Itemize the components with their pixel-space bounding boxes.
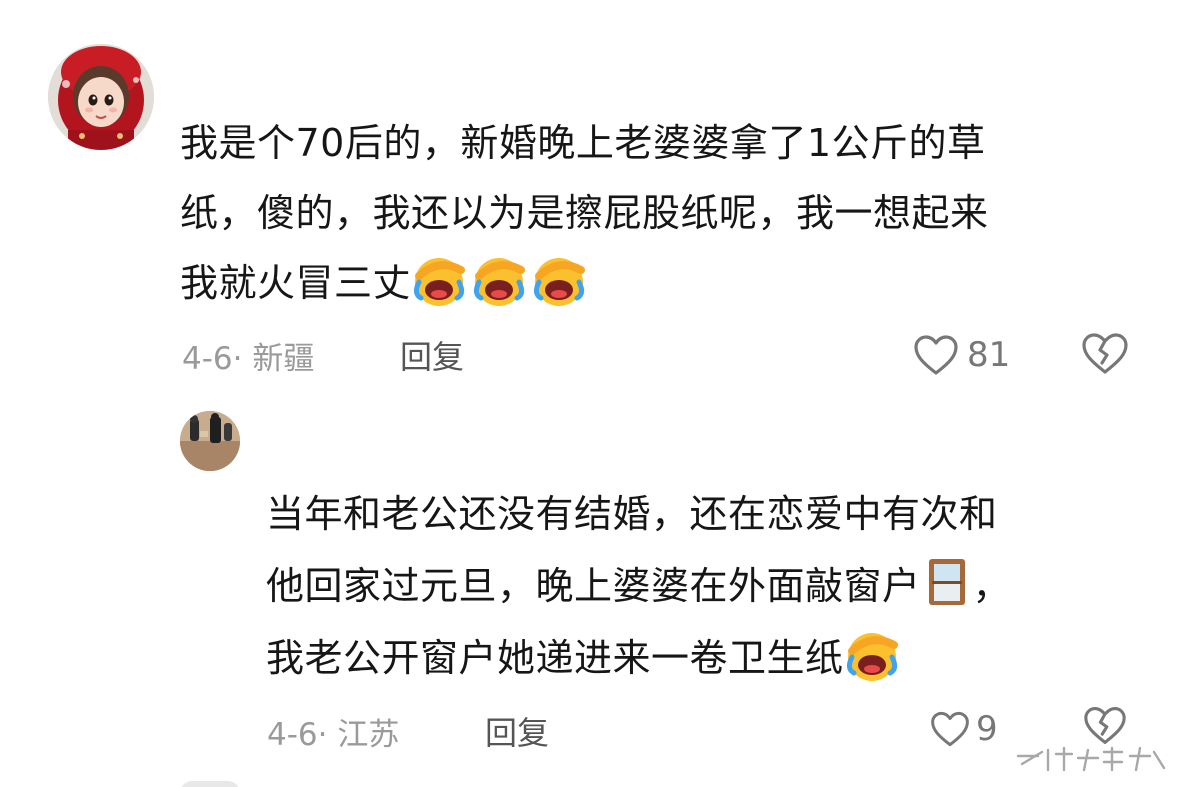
like-button[interactable]: 9 (930, 704, 998, 754)
like-button[interactable]: 81 (913, 330, 1010, 380)
avatar[interactable] (48, 44, 154, 150)
comment-line-text: ， (972, 564, 1012, 608)
like-count: 81 (967, 335, 1011, 375)
like-count: 9 (976, 709, 998, 749)
comment-line-text: 我老公开窗户她递进来一卷卫生纸 (266, 636, 844, 680)
laughing-crying-emoji (533, 258, 586, 306)
comment-date-location: 4-6· 新疆 (182, 340, 315, 377)
comment-line: 纸，傻的，我还以为是擦屁股纸呢，我一想起来 (180, 191, 989, 235)
comment-line-last: 我老公开窗户她递进来一卷卫生纸 (266, 622, 1146, 694)
comment-line-text: 他回家过元旦，晚上婆婆在外面敲窗户 (266, 564, 921, 608)
comment-line: 当年和老公还没有结婚，还在恋爱中有次和 (266, 492, 998, 536)
reply-button[interactable]: 回复 (485, 708, 549, 754)
laughing-crying-emoji (846, 633, 898, 681)
comment-line-text: 我就火冒三丈 (180, 261, 412, 305)
broken-heart-icon (1084, 707, 1126, 744)
comment-text: 当年和老公还没有结婚，还在恋爱中有次和 他回家过元旦，晚上婆婆在外面敲窗户 ， … (266, 478, 1146, 694)
laughing-crying-emoji (473, 258, 526, 306)
laughing-crying-emoji (413, 258, 466, 306)
comment-date-location: 4-6· 江苏 (267, 716, 400, 753)
avatar[interactable] (180, 411, 240, 471)
window-emoji (928, 559, 965, 605)
comment-line: 他回家过元旦，晚上婆婆在外面敲窗户 ， (266, 550, 1146, 622)
comment-line: 我是个70后的，新婚晚上老婆婆拿了1公斤的草 (180, 121, 986, 165)
comment-line-last: 我就火冒三丈 (180, 248, 1120, 318)
next-comment-avatar (180, 781, 240, 787)
reply-button[interactable]: 回复 (400, 332, 464, 378)
dislike-button[interactable] (1080, 330, 1130, 380)
watermark (1016, 746, 1166, 772)
avatar-image (180, 411, 240, 471)
heart-icon (914, 335, 958, 375)
comment-thread: 我是个70后的，新婚晚上老婆婆拿了1公斤的草 纸，傻的，我还以为是擦屁股纸呢，我… (0, 0, 1179, 787)
broken-heart-icon (1082, 333, 1128, 374)
comment-text: 我是个70后的，新婚晚上老婆婆拿了1公斤的草 纸，傻的，我还以为是擦屁股纸呢，我… (180, 108, 1120, 318)
avatar-image (48, 44, 154, 150)
heart-icon (931, 711, 969, 747)
